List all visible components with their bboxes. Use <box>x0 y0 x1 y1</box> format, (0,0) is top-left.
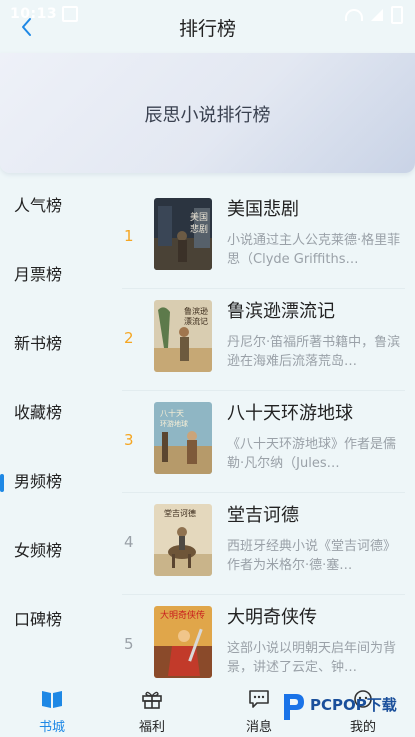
sidebar-item-label: 月票榜 <box>14 265 63 284</box>
sidebar-item-popularity[interactable]: 人气榜 <box>0 186 110 226</box>
banner-title: 辰思小说排行榜 <box>144 105 271 126</box>
nav-bar: 排行榜 <box>0 0 415 52</box>
tab-welfare[interactable]: 福利 <box>100 682 204 737</box>
sidebar-item-favorites[interactable]: 收藏榜 <box>0 393 110 433</box>
tab-bookstore[interactable]: 书城 <box>0 682 104 737</box>
rank-number: 2 <box>124 329 134 347</box>
sidebar-item-label: 收藏榜 <box>14 403 63 422</box>
book-cover-image: 八十天 环游地球 <box>154 402 212 474</box>
book-cover-image: 美国 悲剧 <box>154 198 212 270</box>
book-description: 小说通过主人公克莱德·格里菲思（Clyde Griffiths… <box>227 233 401 267</box>
watermark-text: PCPOP下载 <box>310 696 397 714</box>
book-row[interactable]: 1 美国 悲剧 美国悲剧 小说通过主人公克莱德·格里菲思（Clyde Griff… <box>112 183 415 289</box>
book-title: 八十天环游地球 <box>227 403 353 424</box>
sidebar-item-male[interactable]: 男频榜 <box>0 462 110 502</box>
svg-text:鲁滨逊: 鲁滨逊 <box>184 306 208 316</box>
svg-text:大明奇侠传: 大明奇侠传 <box>160 609 205 621</box>
sidebar-item-label: 男频榜 <box>14 472 63 491</box>
sidebar-item-label: 口碑榜 <box>14 610 63 629</box>
svg-text:八十天: 八十天 <box>160 408 184 418</box>
page-title: 排行榜 <box>178 18 236 40</box>
rank-number: 1 <box>124 227 134 245</box>
book-row[interactable]: 4 堂吉诃德 堂吉诃德 西班牙经典小说《堂吉诃德》作者为米格尔·德·塞… <box>112 489 415 595</box>
ranking-banner: 辰思小说排行榜 <box>0 53 415 173</box>
book-description: 这部小说以明朝天启年间为背景，讲述了云定、钟… <box>227 641 397 675</box>
book-description: 丹尼尔·笛福所著书籍中，鲁滨逊在海难后流落荒岛… <box>227 335 401 369</box>
book-row[interactable]: 3 八十天 环游地球 八十天环游地球 《八十天环游地球》作者是儒勒·凡尔纳（Ju… <box>112 387 415 493</box>
sidebar-item-label: 新书榜 <box>14 334 63 353</box>
book-cover-image: 鲁滨逊 漂流记 <box>154 300 212 372</box>
sidebar-item-reputation[interactable]: 口碑榜 <box>0 600 110 640</box>
book-description: 西班牙经典小说《堂吉诃德》作者为米格尔·德·塞… <box>227 539 397 573</box>
watermark-logo-icon <box>284 694 304 720</box>
sidebar-item-monthly-ticket[interactable]: 月票榜 <box>0 255 110 295</box>
watermark: PCPOP下载 <box>280 688 410 728</box>
rank-number: 3 <box>124 431 134 449</box>
tab-label: 书城 <box>38 720 65 735</box>
book-title: 堂吉诃德 <box>227 505 299 526</box>
svg-text:环游地球: 环游地球 <box>160 419 188 428</box>
rank-number: 5 <box>124 635 134 653</box>
gift-icon <box>142 691 162 709</box>
svg-text:堂吉诃德: 堂吉诃德 <box>164 508 196 518</box>
cover-title-text: 美国 <box>190 211 208 223</box>
book-cover: 堂吉诃德 <box>154 504 212 576</box>
book-title: 大明奇侠传 <box>227 607 317 628</box>
book-title: 鲁滨逊漂流记 <box>227 301 335 322</box>
ranking-category-sidebar: 人气榜 月票榜 新书榜 收藏榜 男频榜 女频榜 口碑榜 <box>0 172 110 682</box>
book-cover: 八十天 环游地球 <box>154 402 212 474</box>
book-description: 《八十天环游地球》作者是儒勒·凡尔纳（Jules… <box>227 437 397 471</box>
book-cover: 大明奇侠传 <box>154 606 212 678</box>
svg-text:悲剧: 悲剧 <box>190 223 208 235</box>
book-cover: 美国 悲剧 <box>154 198 212 270</box>
book-row[interactable]: 5 大明奇侠传 大明奇侠传 这部小说以明朝天启年间为背景，讲述了云定、钟… <box>112 591 415 680</box>
book-row[interactable]: 2 鲁滨逊 漂流记 鲁滨逊漂流记 丹尼尔·笛福所著书籍中，鲁滨逊在海难后流落荒岛… <box>112 285 415 391</box>
book-cover-image: 堂吉诃德 <box>154 504 212 576</box>
message-icon <box>249 690 269 708</box>
rank-number: 4 <box>124 533 134 551</box>
sidebar-item-female[interactable]: 女频榜 <box>0 531 110 571</box>
tab-label: 福利 <box>138 720 165 735</box>
book-icon <box>42 691 62 708</box>
sidebar-item-label: 人气榜 <box>14 196 63 215</box>
sidebar-item-label: 女频榜 <box>14 541 63 560</box>
book-title: 美国悲剧 <box>227 199 299 220</box>
sidebar-item-new-books[interactable]: 新书榜 <box>0 324 110 364</box>
book-cover-image: 大明奇侠传 <box>154 606 212 678</box>
svg-text:漂流记: 漂流记 <box>184 316 208 326</box>
book-list: 1 美国 悲剧 美国悲剧 小说通过主人公克莱德·格里菲思（Clyde Griff… <box>112 183 415 680</box>
book-cover: 鲁滨逊 漂流记 <box>154 300 212 372</box>
